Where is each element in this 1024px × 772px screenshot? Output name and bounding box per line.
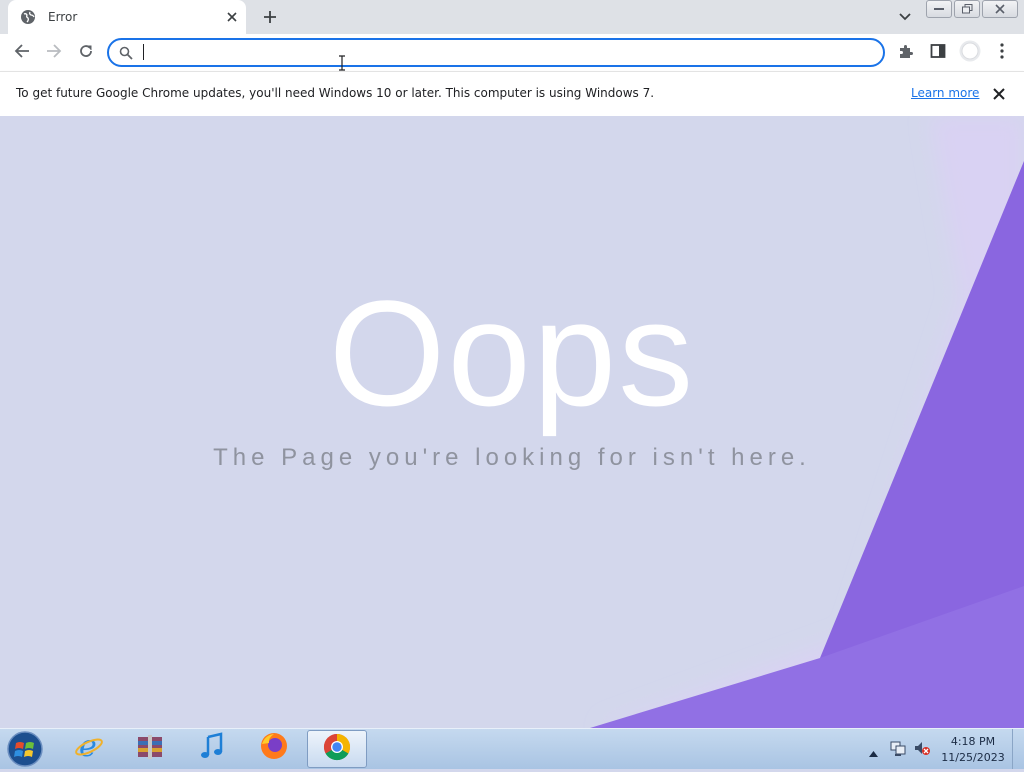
tab-title: Error [48, 10, 78, 24]
taskbar-app-winrar[interactable] [121, 730, 179, 766]
side-panel-button[interactable] [924, 39, 952, 67]
network-icon[interactable] [889, 739, 907, 757]
taskbar-app-chrome[interactable] [307, 730, 367, 768]
clock-date: 11/25/2023 [941, 751, 1005, 764]
side-panel-icon [930, 43, 946, 63]
close-icon[interactable] [990, 85, 1008, 103]
address-bar[interactable] [107, 38, 885, 67]
extensions-button[interactable] [892, 39, 920, 67]
plus-icon[interactable] [258, 5, 282, 29]
error-page: Oops The Page you're looking for isn't h… [0, 116, 1024, 728]
tab-error[interactable]: Error [8, 0, 246, 34]
forward-button[interactable] [40, 39, 68, 67]
close-icon[interactable] [982, 0, 1018, 18]
window-controls [926, 0, 1018, 18]
arrow-left-icon [14, 43, 30, 63]
browser-toolbar [0, 34, 1024, 71]
itunes-icon [197, 731, 227, 765]
taskbar-app-firefox[interactable] [245, 730, 303, 766]
windows-taskbar: e 4:18 PM 11/25/2023 [0, 728, 1024, 769]
update-infobar: To get future Google Chrome updates, you… [0, 71, 1024, 116]
taskbar-app-internet-explorer[interactable]: e [60, 729, 118, 766]
taskbar-app-itunes[interactable] [183, 730, 241, 766]
kebab-menu-icon [1000, 43, 1004, 63]
avatar-icon [959, 40, 981, 66]
back-button[interactable] [8, 39, 36, 67]
tab-strip: Error [0, 0, 1024, 34]
error-subtitle: The Page you're looking for isn't here. [213, 444, 811, 471]
volume-muted-icon[interactable] [913, 739, 931, 757]
tab-close-icon[interactable] [222, 7, 242, 27]
firefox-icon [259, 731, 289, 765]
text-cursor-icon [337, 55, 347, 71]
address-input[interactable] [147, 42, 851, 64]
system-clock[interactable]: 4:18 PM 11/25/2023 [938, 734, 1008, 766]
windows-orb-icon [5, 731, 45, 772]
learn-more-link[interactable]: Learn more [911, 86, 979, 100]
profile-button[interactable] [956, 39, 984, 67]
menu-button[interactable] [988, 39, 1016, 67]
restore-icon[interactable] [954, 0, 980, 18]
clock-time: 4:18 PM [950, 735, 996, 748]
infobar-message: To get future Google Chrome updates, you… [16, 86, 655, 100]
reload-icon [78, 43, 94, 63]
search-icon [119, 45, 133, 60]
arrow-right-icon [46, 43, 62, 63]
internet-explorer-icon: e [74, 729, 104, 765]
start-button[interactable] [5, 730, 45, 768]
chevron-down-icon[interactable] [894, 6, 916, 28]
globe-icon [20, 9, 36, 25]
text-caret [143, 44, 144, 60]
winrar-icon [135, 731, 165, 765]
tray-expand-icon[interactable] [869, 742, 878, 761]
reload-button[interactable] [72, 39, 100, 67]
oops-heading: Oops [328, 269, 696, 437]
show-desktop-button[interactable] [1012, 729, 1024, 769]
chrome-icon [322, 732, 352, 766]
minimize-icon[interactable] [926, 0, 952, 18]
puzzle-icon [898, 43, 914, 63]
